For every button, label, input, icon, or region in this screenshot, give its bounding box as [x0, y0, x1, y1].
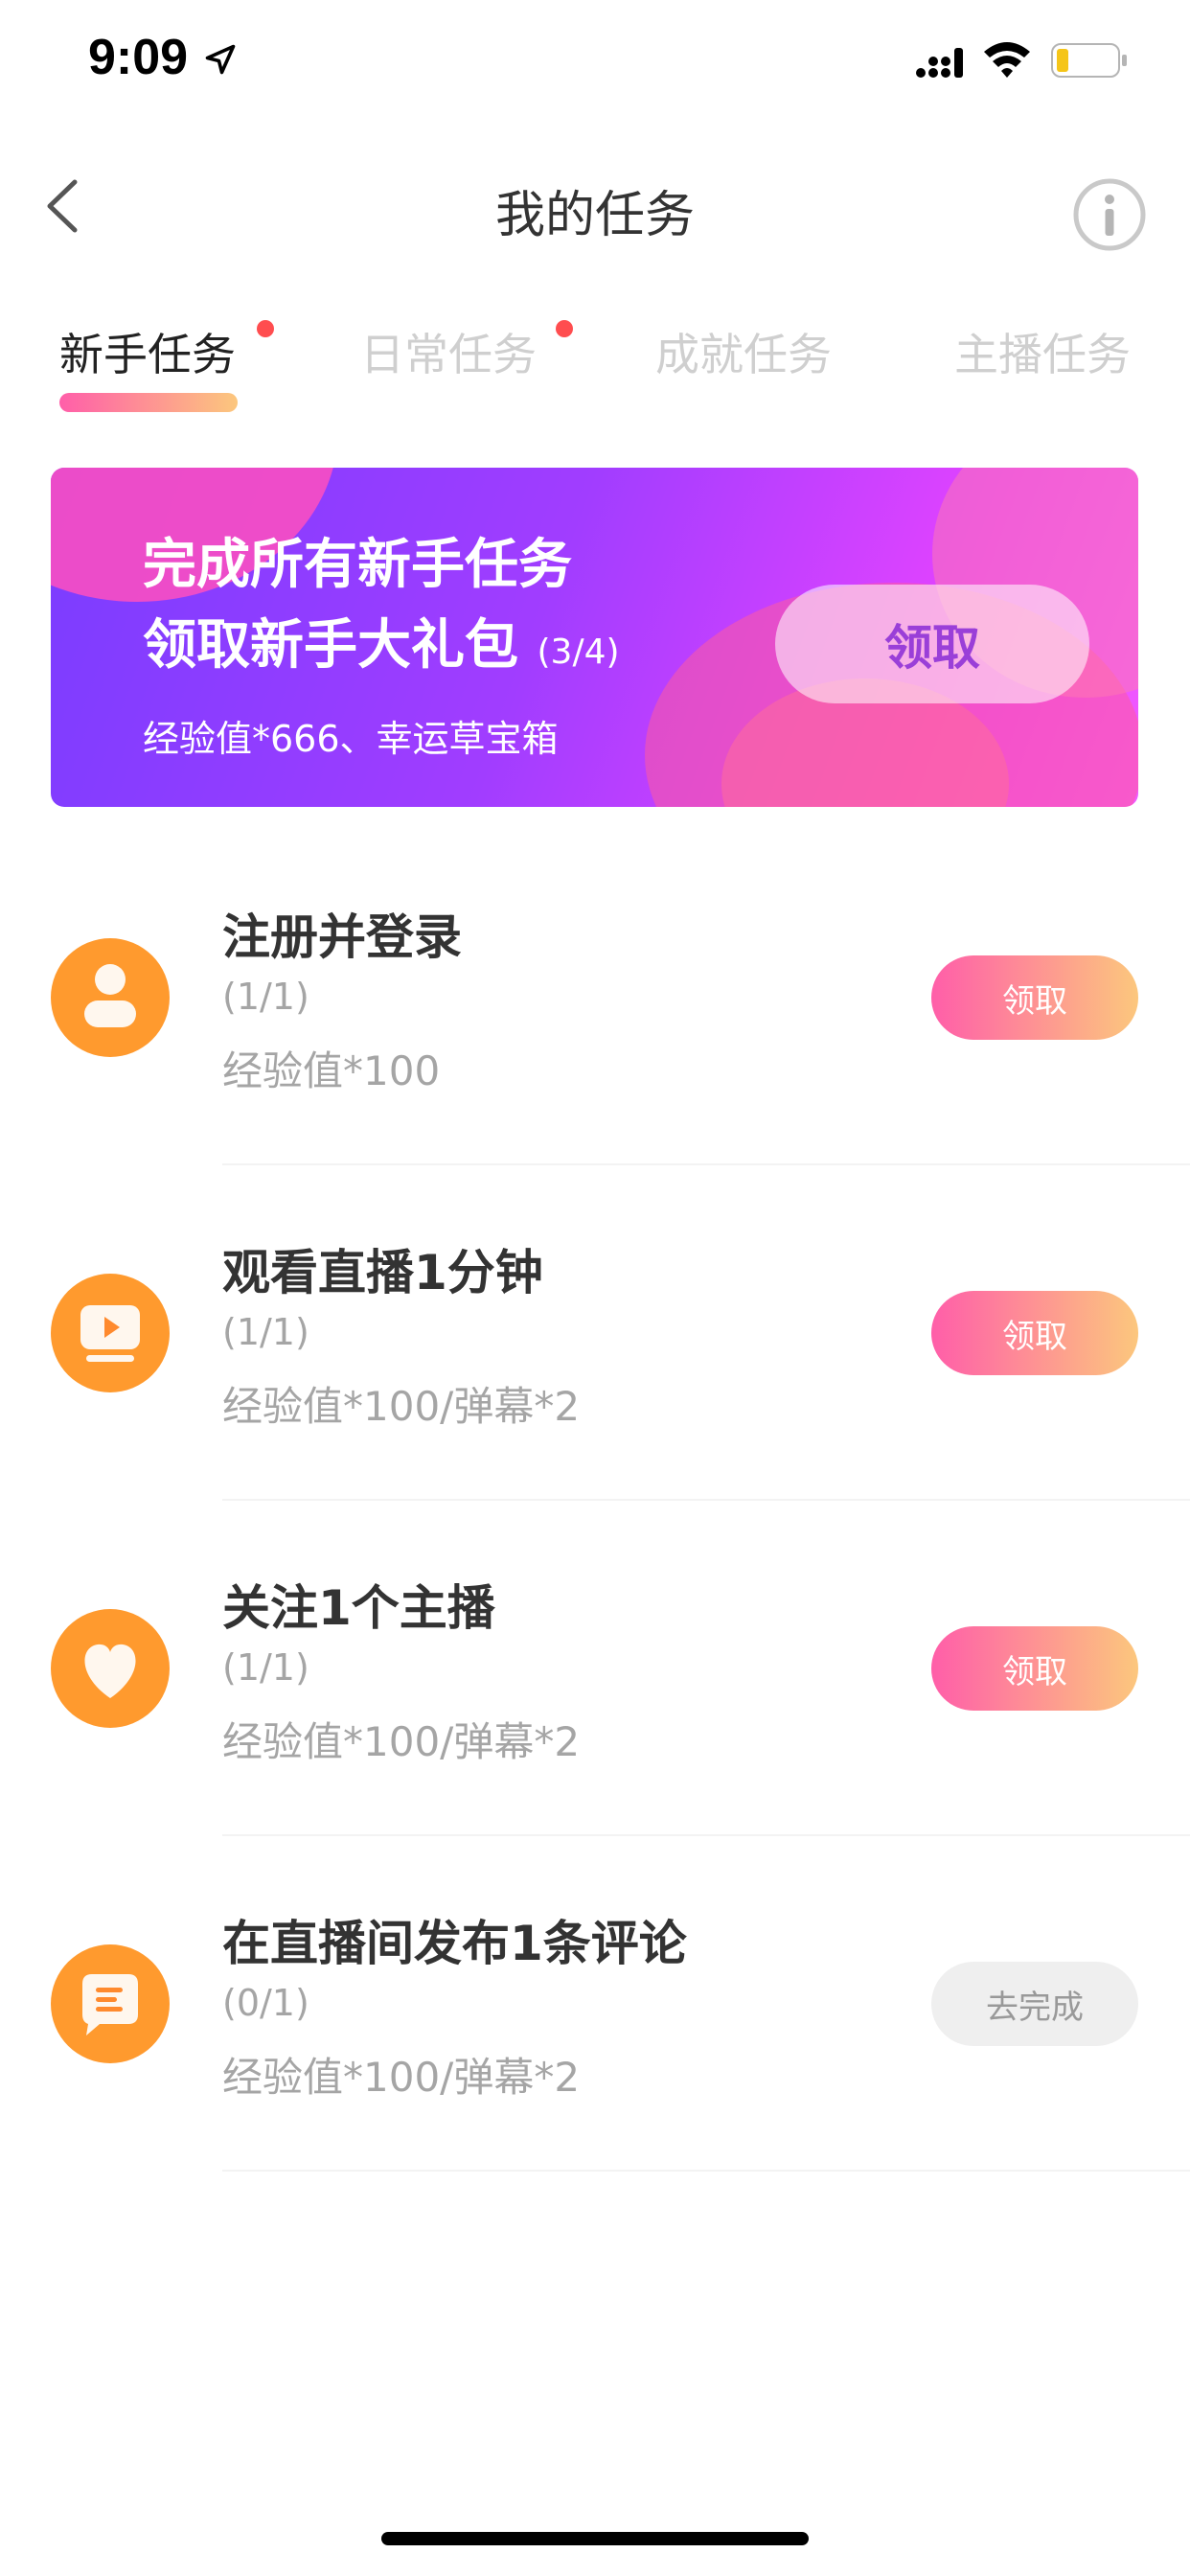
- task-claim-button[interactable]: 领取: [931, 1626, 1138, 1711]
- task-reward: 经验值*100: [222, 1047, 441, 1094]
- task-claim-button[interactable]: 领取: [931, 1291, 1138, 1375]
- tab-streamer[interactable]: 主播任务: [954, 320, 1131, 383]
- task-reward: 经验值*100/弹幕*2: [222, 1718, 581, 1765]
- divider: [222, 1834, 1190, 1836]
- tab-daily-dot: [556, 320, 573, 337]
- task-claim-button[interactable]: 领取: [931, 955, 1138, 1040]
- task-item: 关注1个主播 (1/1) 经验值*100/弹幕*2 领取: [0, 1514, 1190, 1850]
- task-title: 注册并登录: [222, 909, 462, 965]
- banner-subtitle: 经验值*666、幸运草宝箱: [143, 718, 559, 760]
- tab-active-indicator: [59, 393, 238, 412]
- task-complete-button[interactable]: 去完成: [931, 1962, 1138, 2046]
- task-reward: 经验值*100/弹幕*2: [222, 2054, 581, 2101]
- banner-claim-button[interactable]: 领取: [775, 585, 1089, 703]
- heart-icon: [51, 1609, 170, 1728]
- user-icon: [51, 938, 170, 1057]
- task-reward: 经验值*100/弹幕*2: [222, 1383, 581, 1430]
- status-bar: 9:09: [0, 0, 1190, 125]
- task-item: 观看直播1分钟 (1/1) 经验值*100/弹幕*2 领取: [0, 1179, 1190, 1514]
- tab-newbie-dot: [257, 320, 274, 337]
- tab-achievement[interactable]: 成就任务: [655, 320, 832, 383]
- banner-title-line2-text: 领取新手大礼包: [143, 614, 518, 677]
- task-tabs: 新手任务 日常任务 成就任务 主播任务: [0, 316, 1190, 422]
- home-indicator: [381, 2532, 809, 2545]
- task-progress: (0/1): [222, 1982, 309, 2024]
- divider: [222, 1499, 1190, 1501]
- location-arrow-icon: [205, 44, 236, 75]
- tab-newbie[interactable]: 新手任务: [59, 320, 236, 383]
- page-title: 我的任务: [494, 187, 695, 244]
- battery-icon: [1051, 43, 1127, 78]
- newbie-gift-banner: 完成所有新手任务 领取新手大礼包 (3/4) 经验值*666、幸运草宝箱 领取: [51, 468, 1138, 807]
- task-progress: (1/1): [222, 1646, 309, 1689]
- wifi-icon: [984, 42, 1030, 78]
- banner-title: 完成所有新手任务 领取新手大礼包 (3/4): [143, 525, 620, 693]
- task-title: 在直播间发布1条评论: [222, 1916, 687, 1971]
- task-title: 关注1个主播: [222, 1580, 495, 1636]
- task-item: 在直播间发布1条评论 (0/1) 经验值*100/弹幕*2 去完成: [0, 1850, 1190, 2185]
- info-icon[interactable]: [1071, 176, 1148, 253]
- divider: [222, 1163, 1190, 1165]
- comment-icon: [51, 1944, 170, 2063]
- task-progress: (1/1): [222, 1311, 309, 1353]
- banner-progress: (3/4): [537, 632, 620, 672]
- banner-title-line2: 领取新手大礼包 (3/4): [143, 606, 620, 693]
- task-title: 观看直播1分钟: [222, 1245, 543, 1300]
- status-time: 9:09: [88, 30, 189, 85]
- divider: [222, 2170, 1190, 2172]
- tab-daily[interactable]: 日常任务: [360, 320, 537, 383]
- banner-title-line1: 完成所有新手任务: [143, 534, 572, 596]
- tv-play-icon: [51, 1274, 170, 1392]
- task-progress: (1/1): [222, 976, 309, 1018]
- cellular-signal-icon: [916, 48, 963, 78]
- task-item: 注册并登录 (1/1) 经验值*100 领取: [0, 843, 1190, 1179]
